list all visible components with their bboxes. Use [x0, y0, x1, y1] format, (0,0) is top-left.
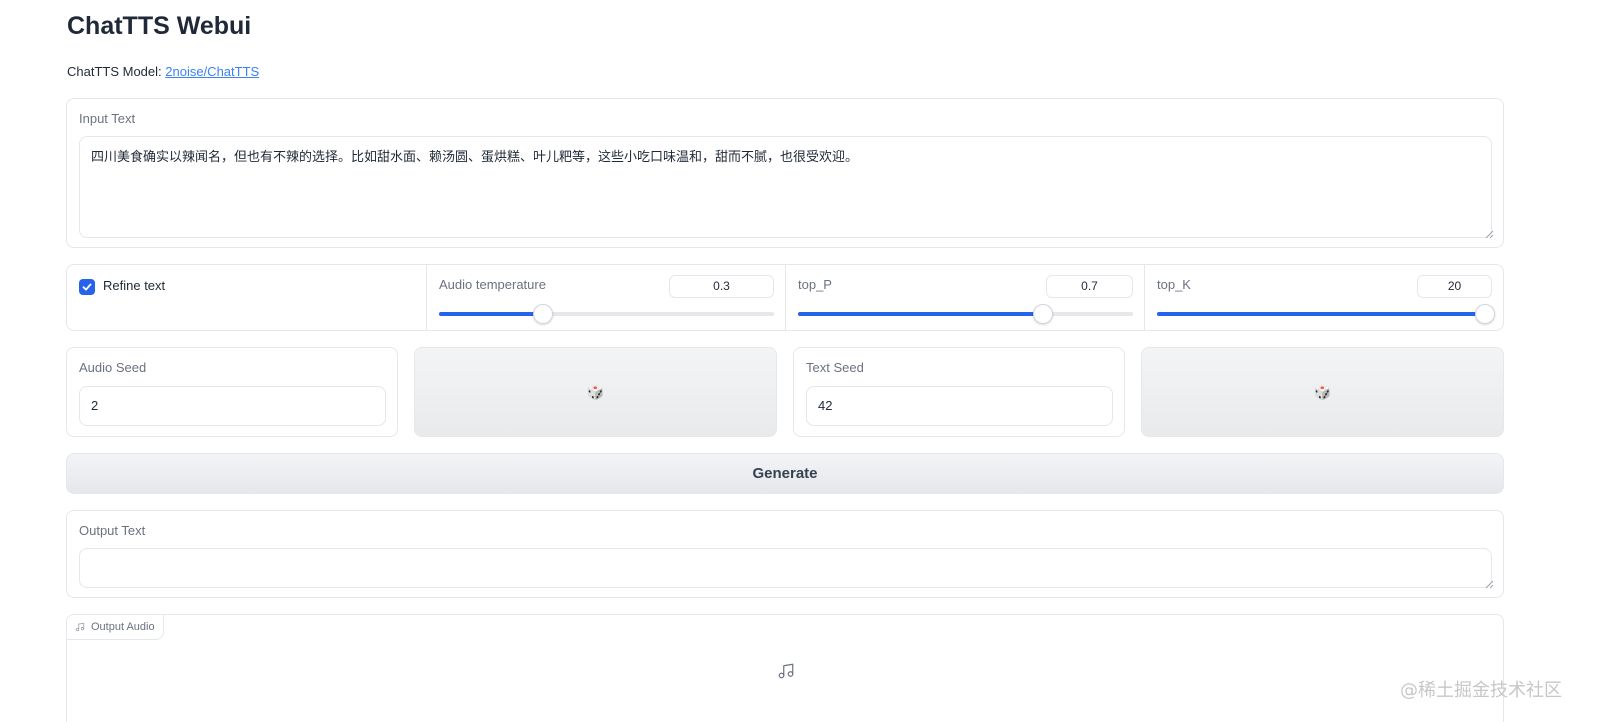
- top-p-fill: [798, 312, 1043, 316]
- top-p-label: top_P: [798, 277, 832, 292]
- top-p-cell: top_P 0.7: [786, 265, 1145, 330]
- audio-seed-panel: Audio Seed 2: [66, 347, 398, 437]
- model-prefix: ChatTTS Model:: [67, 64, 166, 79]
- checkmark-icon: [82, 283, 92, 291]
- dice-icon: 🎲: [1313, 383, 1332, 400]
- audio-seed-dice-button[interactable]: 🎲: [414, 347, 777, 437]
- refine-text-label: Refine text: [103, 278, 166, 293]
- input-text-label: Input Text: [79, 111, 136, 126]
- top-k-slider[interactable]: [1157, 304, 1496, 324]
- generate-button[interactable]: Generate: [66, 453, 1504, 494]
- audio-seed-input[interactable]: 2: [79, 386, 386, 426]
- top-k-number[interactable]: 20: [1417, 275, 1492, 298]
- output-text-label: Output Text: [79, 523, 146, 538]
- page-title: ChatTTS Webui: [67, 12, 252, 40]
- input-text-area[interactable]: 四川美食确实以辣闻名，但也有不辣的选择。比如甜水面、赖汤圆、蛋烘糕、叶儿粑等，这…: [79, 136, 1492, 238]
- refine-text-cell: Refine text: [67, 265, 427, 330]
- input-text-panel: Input Text 四川美食确实以辣闻名，但也有不辣的选择。比如甜水面、赖汤圆…: [66, 98, 1504, 248]
- audio-temperature-number[interactable]: 0.3: [669, 275, 774, 298]
- audio-seed-label: Audio Seed: [79, 360, 147, 375]
- audio-temperature-cell: Audio temperature 0.3: [427, 265, 786, 330]
- top-k-label: top_K: [1157, 277, 1191, 292]
- controls-panel: Refine text Audio temperature 0.3 top_P …: [66, 264, 1504, 331]
- model-link[interactable]: 2noise/ChatTTS: [165, 64, 259, 79]
- audio-temperature-fill: [439, 312, 543, 316]
- watermark: @稀土掘金技术社区: [1400, 680, 1562, 701]
- audio-temperature-thumb[interactable]: [532, 304, 553, 324]
- text-seed-panel: Text Seed 42: [793, 347, 1125, 437]
- resize-handle-icon[interactable]: [1485, 580, 1494, 589]
- resize-handle-icon[interactable]: [1485, 230, 1494, 239]
- top-p-slider[interactable]: [798, 304, 1133, 324]
- output-audio-panel: Output Audio: [66, 614, 1504, 722]
- audio-temperature-label: Audio temperature: [439, 277, 546, 292]
- text-seed-dice-button[interactable]: 🎲: [1141, 347, 1504, 437]
- music-note-icon: [778, 663, 794, 679]
- text-seed-input[interactable]: 42: [806, 386, 1113, 426]
- top-k-thumb[interactable]: [1475, 304, 1496, 324]
- output-text-area[interactable]: [79, 548, 1492, 588]
- output-text-panel: Output Text: [66, 510, 1504, 598]
- audio-temperature-slider[interactable]: [439, 304, 774, 324]
- output-audio-tag: Output Audio: [67, 615, 164, 640]
- refine-text-checkbox[interactable]: [79, 279, 95, 295]
- dice-icon: 🎲: [586, 383, 605, 400]
- music-note-icon: [75, 622, 85, 632]
- top-k-fill: [1157, 312, 1486, 316]
- top-p-number[interactable]: 0.7: [1046, 275, 1133, 298]
- output-audio-label: Output Audio: [91, 621, 155, 633]
- top-p-thumb[interactable]: [1032, 304, 1053, 324]
- top-k-cell: top_K 20: [1145, 265, 1503, 330]
- text-seed-label: Text Seed: [806, 360, 864, 375]
- model-line: ChatTTS Model: 2noise/ChatTTS: [67, 64, 259, 79]
